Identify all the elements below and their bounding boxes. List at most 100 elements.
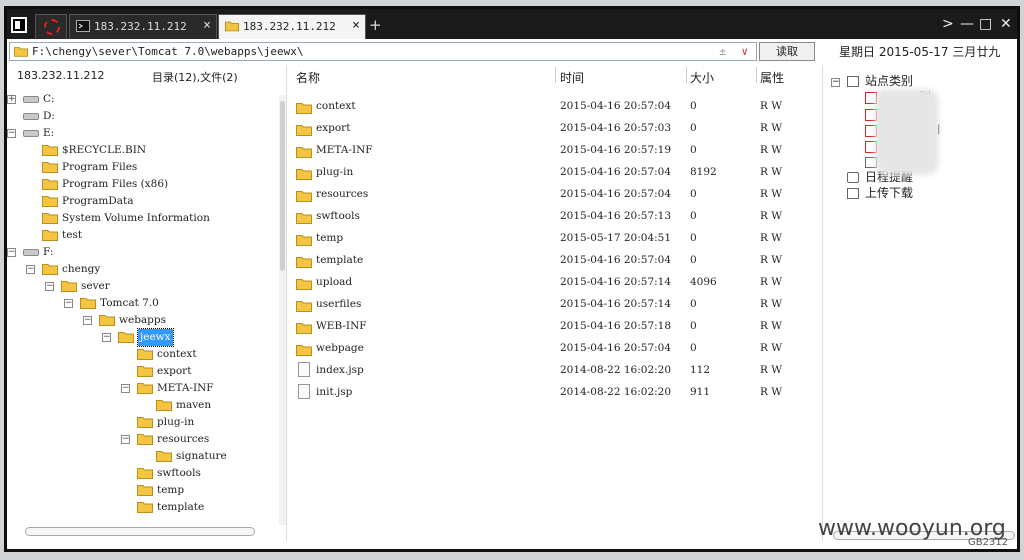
file-row[interactable]: init.jsp 2014-08-22 16:02:20 911 R W [290, 381, 820, 403]
collapse-toggle[interactable]: − [64, 299, 73, 308]
file-row[interactable]: plug-in 2015-04-16 20:57:04 8192 R W [290, 161, 820, 183]
tree-item[interactable]: signature [7, 448, 277, 465]
tree-item[interactable]: maven [7, 397, 277, 414]
new-tab-button[interactable]: + [369, 16, 382, 34]
folder-icon [296, 100, 312, 114]
collapse-toggle[interactable]: − [121, 435, 130, 444]
read-button[interactable]: 读取 [759, 42, 815, 61]
folder-icon [296, 144, 312, 158]
app-menu-icon[interactable] [11, 17, 27, 33]
file-row[interactable]: context 2015-04-16 20:57:04 0 R W [290, 95, 820, 117]
file-time: 2014-08-22 16:02:20 [560, 364, 672, 376]
file-row[interactable]: WEB-INF 2015-04-16 20:57:18 0 R W [290, 315, 820, 337]
tab-file-manager[interactable]: 183.232.11.212 × [218, 14, 366, 39]
file-row[interactable]: webpage 2015-04-16 20:57:04 0 R W [290, 337, 820, 359]
tree-item-label: context [157, 348, 197, 360]
tree-item[interactable]: − Tomcat 7.0 [7, 295, 277, 312]
tree-item[interactable]: D: [7, 108, 277, 125]
transfer-icon [847, 188, 859, 199]
tree-item[interactable]: − webapps [7, 312, 277, 329]
date-label: 星期日 2015-05-17 三月廿九 [839, 45, 1001, 59]
minimize-button[interactable]: — [960, 16, 974, 32]
collapse-toggle[interactable]: − [102, 333, 111, 342]
tree-item[interactable]: − E: [7, 125, 277, 142]
upload-download[interactable]: 上传下载 [865, 185, 913, 201]
tree-item-label: maven [176, 399, 212, 411]
column-divider[interactable] [686, 67, 687, 83]
tree-item[interactable]: − chengy [7, 261, 277, 278]
tree-item[interactable]: − F: [7, 244, 277, 261]
tree-item[interactable]: temp [7, 482, 277, 499]
tree-item[interactable]: + C: [7, 91, 277, 108]
file-row[interactable]: temp 2015-05-17 20:04:51 0 R W [290, 227, 820, 249]
close-button[interactable]: ✕ [1000, 16, 1012, 32]
dir-summary: 目录(12),文件(2) [152, 71, 238, 84]
target-icon [44, 19, 60, 35]
close-tab-icon[interactable]: × [203, 15, 211, 37]
file-row[interactable]: resources 2015-04-16 20:57:04 0 R W [290, 183, 820, 205]
file-row[interactable]: META-INF 2015-04-16 20:57:19 0 R W [290, 139, 820, 161]
file-row[interactable]: template 2015-04-16 20:57:04 0 R W [290, 249, 820, 271]
tree-item-label: F: [43, 246, 54, 258]
close-tab-icon[interactable]: × [352, 15, 360, 37]
file-row[interactable]: swftools 2015-04-16 20:57:13 0 R W [290, 205, 820, 227]
plus-minus-icon[interactable]: ± [719, 43, 726, 60]
tree-item[interactable]: export [7, 363, 277, 380]
collapse-toggle[interactable]: − [45, 282, 54, 291]
folder-icon [118, 331, 134, 343]
tab-terminal[interactable]: 183.232.11.212 × [69, 14, 217, 39]
tree-item[interactable]: Program Files [7, 159, 277, 176]
collapse-toggle[interactable]: − [831, 78, 840, 87]
file-time: 2015-05-17 20:04:51 [560, 232, 672, 244]
collapse-toggle[interactable]: − [121, 384, 130, 393]
maximize-button[interactable]: □ [979, 16, 992, 32]
tree-item[interactable]: − META-INF [7, 380, 277, 397]
collapse-toggle[interactable]: − [7, 129, 16, 138]
tree-item[interactable]: ProgramData [7, 193, 277, 210]
tree-item[interactable]: Program Files (x86) [7, 176, 277, 193]
file-row[interactable]: index.jsp 2014-08-22 16:02:20 112 R W [290, 359, 820, 381]
site-category-label[interactable]: 站点类别 [865, 73, 913, 89]
column-divider[interactable] [756, 67, 757, 83]
tree-item[interactable]: − resources [7, 431, 277, 448]
tree-item-label: System Volume Information [62, 212, 210, 224]
collapse-toggle[interactable]: − [26, 265, 35, 274]
tree-item[interactable]: System Volume Information [7, 210, 277, 227]
file-attr: R W [760, 342, 783, 354]
tree-item[interactable]: swftools [7, 465, 277, 482]
column-header-name[interactable]: 名称 [296, 69, 320, 86]
file-row[interactable]: export 2015-04-16 20:57:03 0 R W [290, 117, 820, 139]
column-header-attr[interactable]: 属性 [760, 69, 784, 86]
file-attr: R W [760, 298, 783, 310]
collapse-toggle[interactable]: − [83, 316, 92, 325]
tree-vertical-scrollbar[interactable] [279, 95, 286, 525]
column-divider[interactable] [555, 67, 556, 83]
tree-item[interactable]: plug-in [7, 414, 277, 431]
redacted-area [875, 89, 939, 175]
tree-item[interactable]: upload [7, 516, 277, 519]
file-time: 2015-04-16 20:57:04 [560, 166, 672, 178]
expand-toggle[interactable]: + [7, 95, 16, 104]
file-row[interactable]: upload 2015-04-16 20:57:14 4096 R W [290, 271, 820, 293]
file-row[interactable]: userfiles 2015-04-16 20:57:14 0 R W [290, 293, 820, 315]
tree-item[interactable]: − jeewx [7, 328, 277, 347]
chevron-down-icon[interactable]: ∨ [741, 43, 748, 60]
tree-item-label: test [62, 229, 83, 241]
tree-horizontal-scrollbar[interactable] [25, 527, 255, 536]
chevron-right-icon[interactable]: > [942, 16, 954, 32]
column-header-size[interactable]: 大小 [690, 69, 714, 86]
collapse-toggle[interactable]: − [7, 248, 16, 257]
tree-item[interactable]: test [7, 227, 277, 244]
tree-item[interactable]: $RECYCLE.BIN [7, 142, 277, 159]
folder-icon [137, 382, 153, 394]
tab-start[interactable] [35, 14, 67, 39]
tree-item[interactable]: context [7, 346, 277, 363]
tree-item-label: signature [176, 450, 227, 462]
folder-icon [296, 122, 312, 136]
tree-item-label: template [157, 501, 205, 513]
tree-item[interactable]: − sever [7, 278, 277, 295]
path-input[interactable]: F:\chengy\sever\Tomcat 7.0\webapps\jeewx… [9, 42, 757, 61]
tree-item[interactable]: template [7, 499, 277, 516]
file-name: export [316, 122, 351, 134]
column-header-time[interactable]: 时间 [560, 69, 584, 86]
